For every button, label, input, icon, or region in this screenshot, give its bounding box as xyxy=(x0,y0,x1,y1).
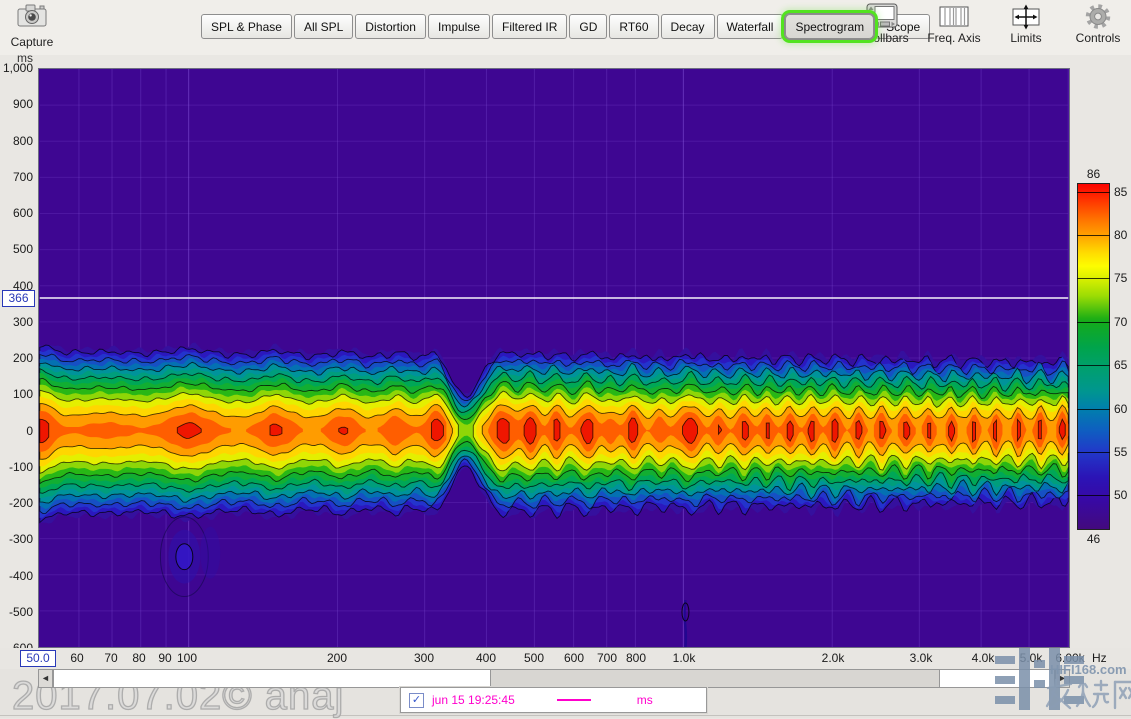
y-tick-label: -300 xyxy=(0,532,33,546)
x-tick-label: 200 xyxy=(327,651,347,665)
y-tick-label: -500 xyxy=(0,605,33,619)
x-tick-label: 400 xyxy=(476,651,496,665)
rew-spectrogram-window: Capture SPL & Phase All SPL Distortion I… xyxy=(0,0,1131,718)
x-tick-label: 90 xyxy=(158,651,171,665)
tab-all-spl[interactable]: All SPL xyxy=(294,14,353,39)
x-tick-label: 80 xyxy=(132,651,145,665)
controls-label: Controls xyxy=(1076,31,1121,45)
y-tick-label: 900 xyxy=(0,97,33,111)
colorbar-tick-label: 85 xyxy=(1114,185,1127,199)
colorbar-tick xyxy=(1077,322,1110,323)
cursor-time-readout: 366 xyxy=(2,290,35,307)
scrollbar-thumb[interactable] xyxy=(490,669,940,688)
colorbar-tick xyxy=(1077,409,1110,410)
colorbar-tick-label: 65 xyxy=(1114,358,1127,372)
colorbar-tick-label: 75 xyxy=(1114,271,1127,285)
tab-gd[interactable]: GD xyxy=(569,14,607,39)
x-tick-label: 1.0k xyxy=(673,651,696,665)
x-tick-label: 300 xyxy=(414,651,434,665)
tab-filtered-ir[interactable]: Filtered IR xyxy=(492,14,567,39)
colorbar-tick xyxy=(1077,278,1110,279)
colorbar-tick-label: 80 xyxy=(1114,228,1127,242)
x-tick-label: 600 xyxy=(564,651,584,665)
colorbar-max-label: 86 xyxy=(1077,167,1110,181)
x-tick-label: 500 xyxy=(524,651,544,665)
x-tick-label: 3.0k xyxy=(910,651,933,665)
colorbar-tick-label: 60 xyxy=(1114,402,1127,416)
measurement-name[interactable]: jun 15 19:25:45 xyxy=(432,693,515,707)
tab-rt60[interactable]: RT60 xyxy=(609,14,658,39)
hifi168-watermark: HIFI168.com xyxy=(995,646,1131,718)
tab-spectrogram[interactable]: Spectrogram xyxy=(785,14,874,39)
y-tick-label: 700 xyxy=(0,170,33,184)
colorbar-tick xyxy=(1077,192,1110,193)
x-tick-label: 4.0k xyxy=(972,651,995,665)
x-tick-label: 60 xyxy=(70,651,83,665)
view-tabs: SPL & Phase All SPL Distortion Impulse F… xyxy=(201,14,930,39)
freq-axis-button[interactable]: Freq. Axis xyxy=(923,3,985,45)
tab-distortion[interactable]: Distortion xyxy=(355,14,426,39)
freq-axis-label: Freq. Axis xyxy=(927,31,980,45)
colorbar-tick xyxy=(1077,235,1110,236)
y-tick-label: -200 xyxy=(0,496,33,510)
toolbar: Capture SPL & Phase All SPL Distortion I… xyxy=(0,0,1131,55)
measurement-checkbox[interactable]: ✓ xyxy=(409,693,424,708)
colorbar-min-label: 46 xyxy=(1077,532,1110,546)
y-tick-label: -400 xyxy=(0,569,33,583)
legend-unit-label: ms xyxy=(637,693,653,707)
y-tick-label: 500 xyxy=(0,242,33,256)
controls-button[interactable]: Controls xyxy=(1067,3,1129,45)
freq-axis-icon xyxy=(937,3,971,30)
capture-label: Capture xyxy=(6,35,58,49)
x-tick-label: 2.0k xyxy=(822,651,845,665)
time-axis-unit: ms xyxy=(0,51,33,65)
x-tick-label: 700 xyxy=(597,651,617,665)
tab-impulse[interactable]: Impulse xyxy=(428,14,490,39)
y-tick-label: 0 xyxy=(0,424,33,438)
tab-waterfall[interactable]: Waterfall xyxy=(717,14,784,39)
tab-spl-phase[interactable]: SPL & Phase xyxy=(201,14,292,39)
y-tick-label: 100 xyxy=(0,387,33,401)
colorbar-tick-label: 55 xyxy=(1114,445,1127,459)
colorbar-tick xyxy=(1077,452,1110,453)
camera-icon xyxy=(15,2,49,30)
y-tick-label: 300 xyxy=(0,315,33,329)
colorbar-tick xyxy=(1077,365,1110,366)
colorbar: 86 46 8580757065605550 xyxy=(1077,183,1131,530)
colorbar-tick-label: 50 xyxy=(1114,488,1127,502)
cursor-frequency-readout: 50.0 xyxy=(20,650,56,667)
gear-icon xyxy=(1081,3,1115,30)
tab-decay[interactable]: Decay xyxy=(661,14,715,39)
toolbar-right-buttons: Scrollbars Freq. Axis xyxy=(851,3,1129,45)
x-tick-label: 70 xyxy=(104,651,117,665)
measurement-legend: ✓ jun 15 19:25:45 ms xyxy=(400,687,707,713)
y-tick-label: 800 xyxy=(0,134,33,148)
y-tick-label: 200 xyxy=(0,351,33,365)
colorbar-tick-label: 70 xyxy=(1114,315,1127,329)
y-tick-label: -100 xyxy=(0,460,33,474)
horizontal-scrollbar[interactable]: ◄ ► xyxy=(38,669,1070,688)
x-tick-label: 800 xyxy=(626,651,646,665)
limits-button[interactable]: Limits xyxy=(995,3,1057,45)
spectrogram-plot[interactable] xyxy=(38,68,1070,648)
colorbar-tick xyxy=(1077,495,1110,496)
frequency-axis: 60 70 80 90 100 200 300 400 500 600 700 800 1.0k 2.0k… xyxy=(0,648,1131,669)
hifi168-site-text: HIFI168.com xyxy=(1050,662,1127,677)
x-tick-label: 100 xyxy=(177,651,197,665)
limits-label: Limits xyxy=(1010,31,1041,45)
scroll-left-button[interactable]: ◄ xyxy=(38,669,53,688)
trace-color-swatch xyxy=(557,699,591,701)
site-cn-watermark xyxy=(1045,678,1131,714)
limits-icon xyxy=(1009,3,1043,30)
y-tick-label: 600 xyxy=(0,206,33,220)
capture-button[interactable]: Capture xyxy=(6,2,58,49)
